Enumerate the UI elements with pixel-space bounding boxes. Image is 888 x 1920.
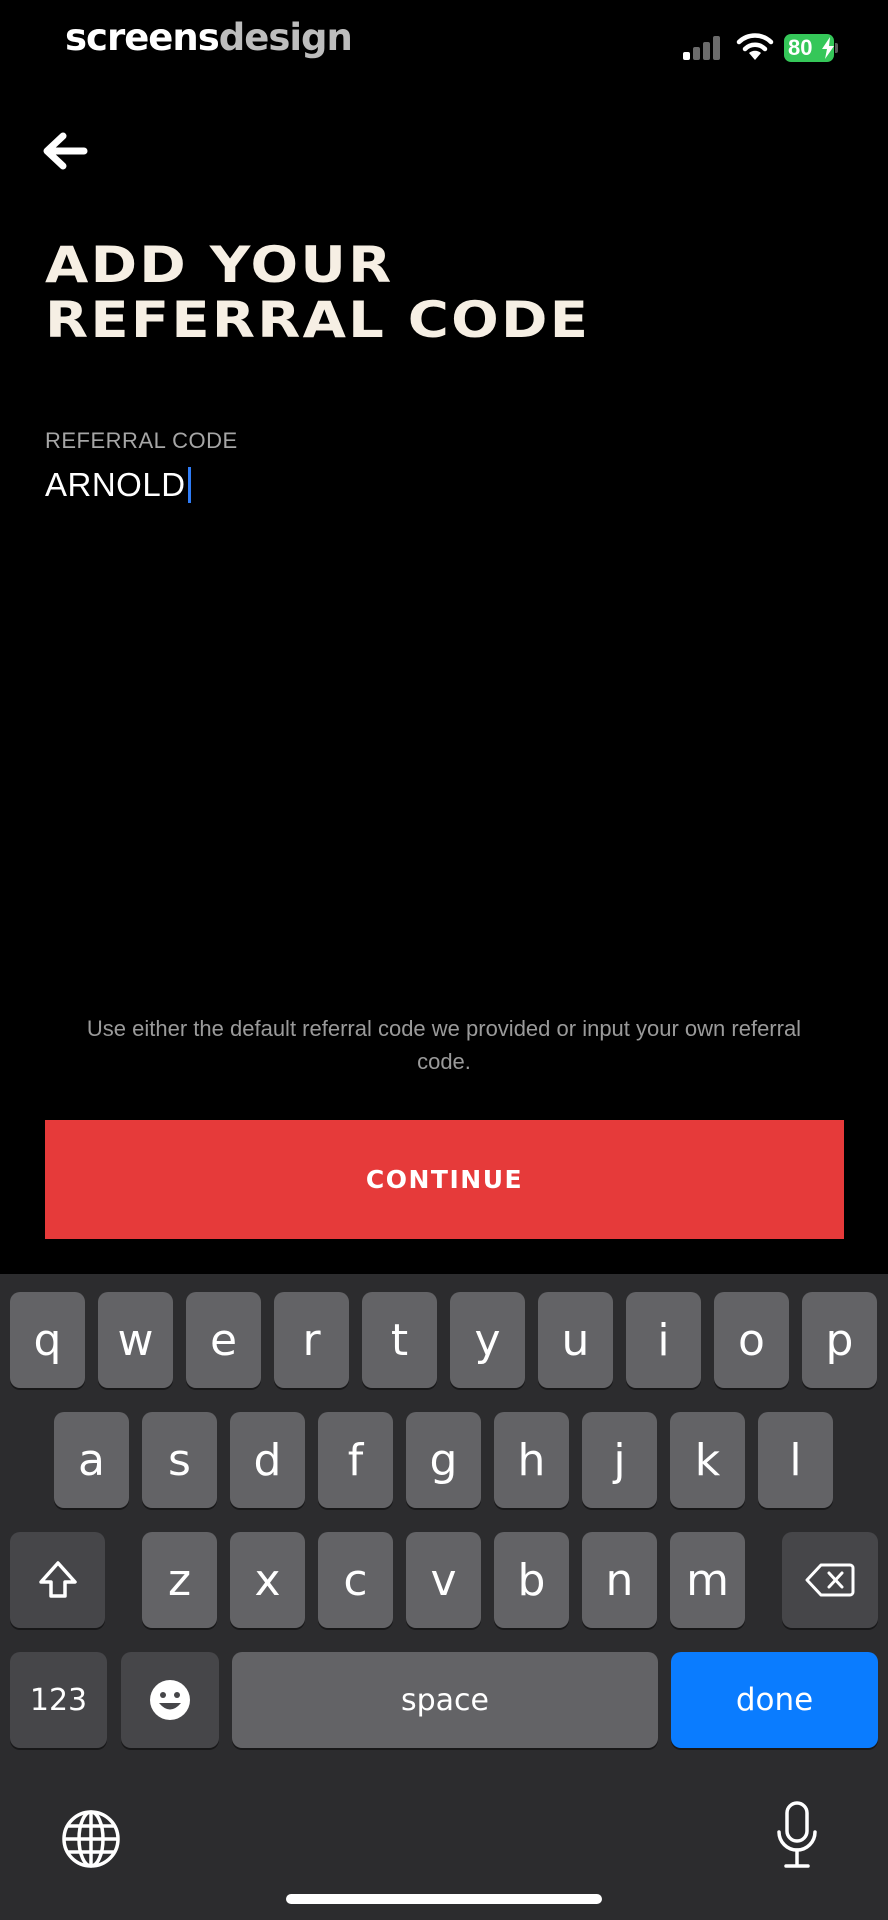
space-key[interactable]: space [232, 1652, 658, 1748]
key-c[interactable]: c [318, 1532, 393, 1628]
wifi-icon [736, 33, 774, 60]
emoji-key[interactable] [121, 1652, 219, 1748]
shift-key[interactable] [10, 1532, 105, 1628]
watermark-part1: screens [65, 16, 220, 59]
continue-button[interactable]: CONTINUE [45, 1120, 844, 1239]
key-v[interactable]: v [406, 1532, 481, 1628]
referral-code-label: REFERRAL CODE [45, 428, 238, 453]
page-title: ADD YOUR REFERRAL CODE [45, 238, 888, 348]
status-bar: screensdesign 80 [0, 0, 888, 90]
shift-arrow-icon [38, 1561, 77, 1598]
numbers-key[interactable]: 123 [10, 1652, 107, 1748]
key-q[interactable]: q [10, 1292, 85, 1388]
key-g[interactable]: g [406, 1412, 481, 1508]
referral-code-input[interactable]: ARNOLD [45, 466, 191, 504]
key-e[interactable]: e [186, 1292, 261, 1388]
key-r[interactable]: r [274, 1292, 349, 1388]
globe-icon[interactable] [60, 1808, 122, 1870]
key-j[interactable]: j [582, 1412, 657, 1508]
battery-icon: 80 [784, 34, 838, 62]
key-d[interactable]: d [230, 1412, 305, 1508]
emoji-icon [150, 1680, 190, 1720]
cellular-signal-icon [683, 36, 723, 60]
key-o[interactable]: o [714, 1292, 789, 1388]
watermark-logo: screensdesign [65, 16, 353, 59]
key-u[interactable]: u [538, 1292, 613, 1388]
key-w[interactable]: w [98, 1292, 173, 1388]
key-m[interactable]: m [670, 1532, 745, 1628]
key-z[interactable]: z [142, 1532, 217, 1628]
referral-code-value: ARNOLD [45, 466, 186, 503]
helper-text: Use either the default referral code we … [86, 1016, 802, 1074]
charging-bolt-icon [822, 37, 834, 59]
key-s[interactable]: s [142, 1412, 217, 1508]
key-l[interactable]: l [758, 1412, 833, 1508]
key-f[interactable]: f [318, 1412, 393, 1508]
text-cursor [187, 467, 191, 503]
backspace-icon [805, 1563, 855, 1597]
home-indicator [286, 1894, 602, 1904]
watermark-part2: design [218, 16, 353, 59]
done-key[interactable]: done [671, 1652, 878, 1748]
key-h[interactable]: h [494, 1412, 569, 1508]
back-button[interactable] [38, 128, 90, 174]
key-a[interactable]: a [54, 1412, 129, 1508]
microphone-icon[interactable] [776, 1800, 818, 1872]
key-p[interactable]: p [802, 1292, 877, 1388]
key-t[interactable]: t [362, 1292, 437, 1388]
page-title-line1: ADD YOUR [45, 236, 394, 294]
key-n[interactable]: n [582, 1532, 657, 1628]
key-b[interactable]: b [494, 1532, 569, 1628]
page-title-line2: REFERRAL CODE [45, 291, 591, 349]
arrow-left-icon [43, 132, 88, 170]
key-k[interactable]: k [670, 1412, 745, 1508]
delete-key[interactable] [782, 1532, 878, 1628]
key-y[interactable]: y [450, 1292, 525, 1388]
key-i[interactable]: i [626, 1292, 701, 1388]
key-x[interactable]: x [230, 1532, 305, 1628]
